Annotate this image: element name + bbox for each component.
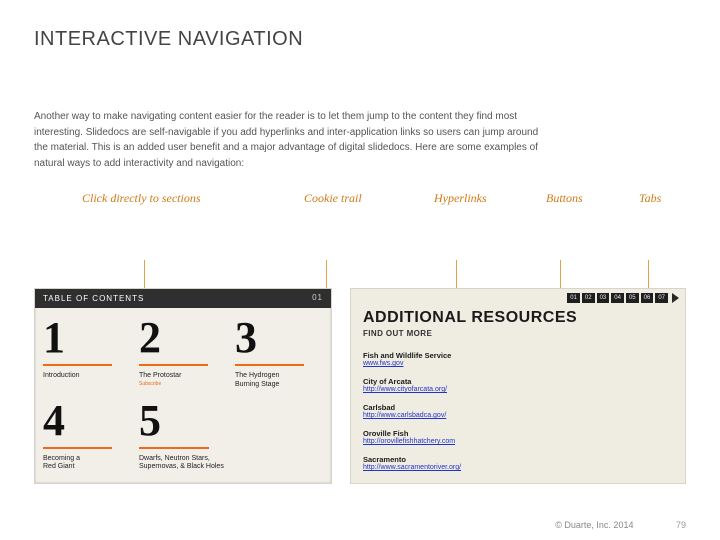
- body-paragraph: Another way to make navigating content e…: [34, 109, 554, 171]
- toc-rule: [139, 447, 209, 449]
- resources-heading: ADDITIONAL RESOURCES: [363, 309, 577, 327]
- toc-number: 5: [139, 399, 323, 443]
- toc-cell[interactable]: 3 The Hydrogen Burning Stage: [235, 314, 323, 393]
- callout-labels-row: Click directly to sections Cookie trail …: [34, 191, 686, 209]
- label-buttons: Buttons: [546, 191, 583, 206]
- page-number: 79: [676, 520, 686, 530]
- toc-rule: [139, 364, 208, 366]
- toc-cell[interactable]: 5 Dwarfs, Neutron Stars, Supernovas, & B…: [139, 397, 323, 476]
- label-hyperlinks: Hyperlinks: [434, 191, 487, 206]
- toc-cell[interactable]: 1 Introduction: [43, 314, 131, 393]
- label-click-sections: Click directly to sections: [82, 191, 201, 206]
- toc-header-text: TABLE OF CONTENTS: [43, 294, 144, 303]
- toc-number: 2: [139, 316, 227, 360]
- resource-link-url[interactable]: http://www.sacramentoriver.org/: [363, 464, 673, 471]
- toc-rule: [43, 364, 112, 366]
- label-cookie-trail: Cookie trail: [304, 191, 362, 206]
- page-footer: © Duarte, Inc. 2014 79: [555, 520, 686, 530]
- resource-link-url[interactable]: http://orovillefishhatchery.com: [363, 438, 673, 445]
- resources-link-list: Fish and Wildlife Service www.fws.gov Ci…: [363, 351, 673, 481]
- toc-caption: Dwarfs, Neutron Stars, Supernovas, & Bla…: [139, 455, 323, 473]
- toc-rule: [43, 447, 112, 449]
- resource-link-title: City of Arcata: [363, 377, 673, 386]
- toc-header-bar: TABLE OF CONTENTS 01: [35, 289, 331, 308]
- page-title: INTERACTIVE NAVIGATION: [34, 28, 686, 51]
- toc-caption: Becoming a Red Giant: [43, 455, 131, 473]
- toc-number: 4: [43, 399, 131, 443]
- resource-link-item: City of Arcata http://www.cityofarcata.o…: [363, 377, 673, 393]
- tab-bar: 01 02 03 04 05 06 07: [567, 293, 679, 303]
- tab-button[interactable]: 07: [655, 293, 668, 303]
- tab-button[interactable]: 01: [567, 293, 580, 303]
- toc-number: 1: [43, 316, 131, 360]
- resource-link-title: Oroville Fish: [363, 429, 673, 438]
- tab-button[interactable]: 03: [597, 293, 610, 303]
- tab-button[interactable]: 02: [582, 293, 595, 303]
- resource-link-item: Fish and Wildlife Service www.fws.gov: [363, 351, 673, 367]
- resource-link-url[interactable]: http://www.carlsbadca.gov/: [363, 412, 673, 419]
- resource-link-url[interactable]: www.fws.gov: [363, 360, 673, 367]
- toc-page-indicator: 01: [312, 293, 323, 302]
- label-tabs: Tabs: [639, 191, 661, 206]
- toc-grid: 1 Introduction 2 The Protostar Subscribe…: [35, 308, 331, 483]
- toc-number: 3: [235, 316, 323, 360]
- resources-subheading: FIND OUT MORE: [363, 329, 432, 338]
- thumbnail-resources[interactable]: 01 02 03 04 05 06 07 ADDITIONAL RESOURCE…: [350, 288, 686, 484]
- resource-link-url[interactable]: http://www.cityofarcata.org/: [363, 386, 673, 393]
- thumbnail-toc[interactable]: TABLE OF CONTENTS 01 1 Introduction 2 Th…: [34, 288, 332, 484]
- toc-caption: Introduction: [43, 372, 131, 381]
- tab-button[interactable]: 05: [626, 293, 639, 303]
- toc-cell[interactable]: 2 The Protostar Subscribe: [139, 314, 227, 393]
- toc-caption: The Protostar: [139, 372, 227, 381]
- toc-caption: The Hydrogen Burning Stage: [235, 372, 323, 390]
- resource-link-title: Sacramento: [363, 455, 673, 464]
- tab-button[interactable]: 06: [641, 293, 654, 303]
- play-icon[interactable]: [672, 293, 679, 303]
- thumbnails-row: TABLE OF CONTENTS 01 1 Introduction 2 Th…: [34, 288, 686, 484]
- toc-subscribe: Subscribe: [139, 381, 161, 387]
- resource-link-item: Sacramento http://www.sacramentoriver.or…: [363, 455, 673, 471]
- tab-button[interactable]: 04: [611, 293, 624, 303]
- resource-link-item: Carlsbad http://www.carlsbadca.gov/: [363, 403, 673, 419]
- copyright-text: © Duarte, Inc. 2014: [555, 520, 633, 530]
- resource-link-title: Carlsbad: [363, 403, 673, 412]
- resource-link-item: Oroville Fish http://orovillefishhatcher…: [363, 429, 673, 445]
- resource-link-title: Fish and Wildlife Service: [363, 351, 673, 360]
- toc-cell[interactable]: 4 Becoming a Red Giant: [43, 397, 131, 476]
- toc-rule: [235, 364, 304, 366]
